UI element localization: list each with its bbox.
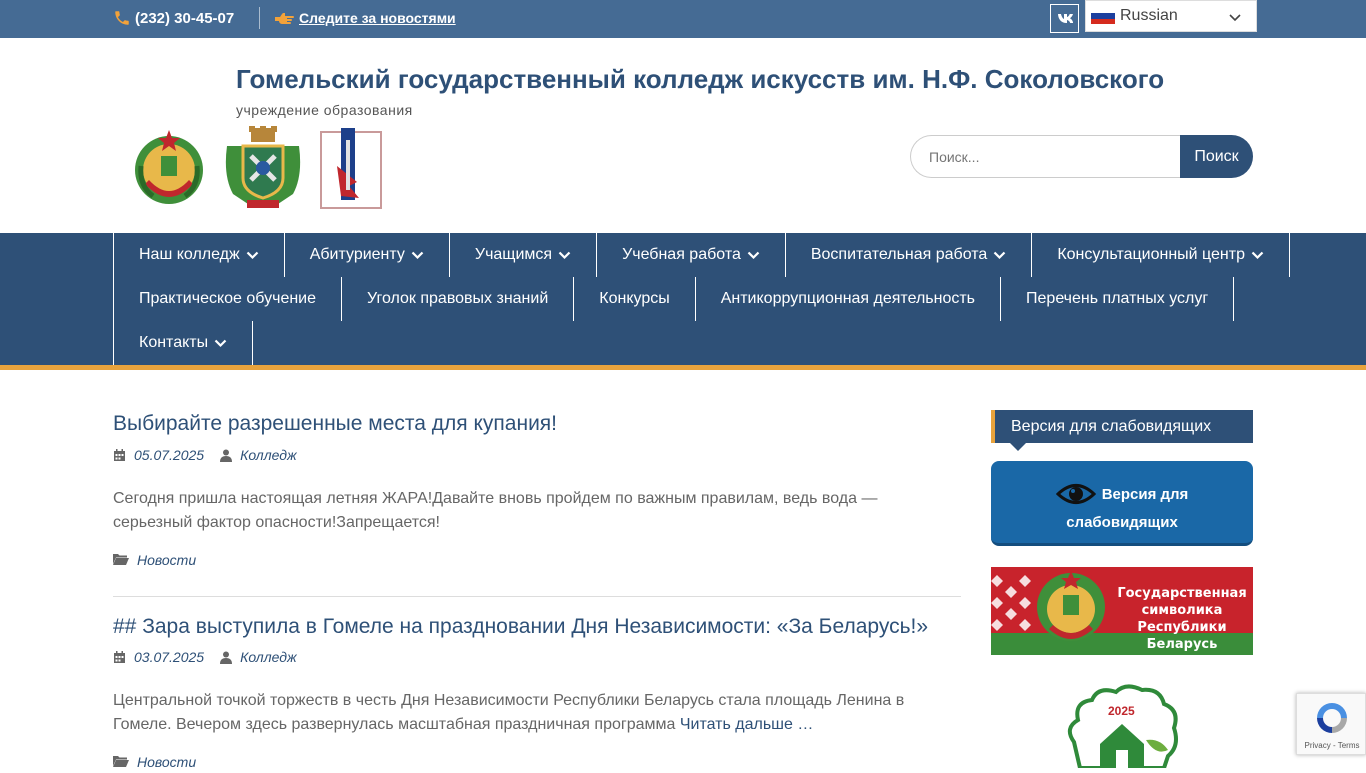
nav-item-legal-corner[interactable]: Уголок правовых знаний [341, 277, 573, 321]
recaptcha-badge[interactable]: Privacy - Terms [1296, 693, 1366, 755]
year-2025-label: 2025 [1108, 704, 1135, 718]
post-excerpt: Центральной точкой торжеств в честь Дня … [113, 689, 961, 737]
language-label: Russian [1120, 7, 1178, 24]
chevron-down-icon [747, 251, 760, 259]
post-author[interactable]: Колледж [240, 649, 297, 665]
chevron-down-icon [1229, 14, 1241, 22]
banner-text: Государственная символика Республики Бел… [1117, 586, 1247, 652]
chevron-down-icon [558, 251, 571, 259]
post-category-link[interactable]: Новости [137, 552, 196, 568]
nav-item-educational-work[interactable]: Воспитательная работа [784, 233, 1031, 277]
post-article: Выбирайте разрешенные места для купания! [113, 412, 961, 436]
post-excerpt: Сегодня пришла настоящая летняя ЖАРА!Дав… [113, 490, 878, 531]
nav-item-label: Антикоррупционная деятельность [720, 290, 976, 307]
vi-button-line1: Версия для [991, 481, 1253, 507]
nav-item-label: Практическое обучение [139, 290, 317, 307]
nav-item-consulting-center[interactable]: Консультационный центр [1031, 233, 1290, 277]
nav-item-label: Наш колледж [139, 246, 240, 263]
folder-icon [113, 554, 129, 565]
eye-icon [1055, 484, 1096, 504]
news-link[interactable]: Следите за новостями [274, 8, 456, 28]
post-title[interactable]: ## Зара выступила в Гомеле на празднован… [113, 615, 961, 639]
belarus-emblem-icon[interactable] [127, 126, 211, 210]
nav-item-paid-services[interactable]: Перечень платных услуг [1000, 277, 1235, 321]
widget-title-arrow [1010, 443, 1026, 451]
nav-row-1: Наш колледж Абитуриенту Учащимся Учебная… [113, 233, 1290, 277]
gomel-coat-of-arms-icon[interactable] [221, 126, 305, 210]
user-icon [220, 449, 233, 462]
year-2025-logo[interactable]: 2025 [1060, 680, 1184, 770]
site-subtitle: учреждение образования [236, 102, 413, 118]
vi-button-line2: слабовидящих [1066, 514, 1178, 531]
nav-item-academic-work[interactable]: Учебная работа [596, 233, 785, 277]
post-excerpt-wrap: Центральной точкой торжеств в честь Дня … [113, 689, 961, 737]
nav-item-label: Перечень платных услуг [1026, 290, 1209, 307]
news-link-label: Следите за новостями [299, 10, 456, 26]
header-logos [127, 126, 383, 210]
language-select[interactable]: Russian [1085, 0, 1257, 32]
phone-link[interactable]: (232) 30-45-07 [113, 8, 234, 28]
vi-button-line1-label: Версия для [1101, 485, 1189, 503]
user-icon [220, 651, 233, 664]
phone-icon [115, 11, 129, 25]
nav-item-label: Конкурсы [599, 290, 670, 307]
vk-icon[interactable] [1050, 4, 1079, 33]
read-more-link[interactable]: Читать дальше … [680, 716, 814, 733]
chevron-down-icon [246, 251, 258, 259]
nav-item-anticorruption[interactable]: Антикоррупционная деятельность [694, 277, 1000, 321]
post-meta: 03.07.2025 Колледж [113, 649, 297, 665]
search-button[interactable]: Поиск [1180, 135, 1253, 178]
post-article: ## Зара выступила в Гомеле на празднован… [113, 615, 961, 639]
nav-item-label: Учебная работа [622, 246, 741, 263]
post-author[interactable]: Колледж [240, 447, 297, 463]
nav-item-label: Абитуриенту [309, 246, 405, 263]
recaptcha-icon [1317, 703, 1347, 733]
pointing-hand-icon [275, 13, 294, 24]
post-date[interactable]: 03.07.2025 [134, 649, 204, 665]
post-divider [113, 596, 961, 597]
nav-item-students[interactable]: Учащимся [448, 233, 596, 277]
nav-row-2: Практическое обучение Уголок правовых зн… [113, 277, 1235, 321]
college-logo-icon[interactable] [319, 126, 383, 210]
nav-item-label: Учащимся [474, 246, 553, 263]
post-category: Новости [113, 552, 196, 568]
nav-row-3: Контакты [113, 321, 254, 365]
topbar-divider [259, 7, 260, 29]
visually-impaired-version-button[interactable]: Версия для слабовидящих [991, 461, 1253, 546]
widget-title: Версия для слабовидящих [991, 410, 1253, 443]
post-date[interactable]: 05.07.2025 [134, 447, 204, 463]
chevron-down-icon [994, 251, 1006, 259]
folder-icon [113, 756, 129, 767]
nav-item-label: Уголок правовых знаний [367, 290, 549, 307]
state-symbols-banner[interactable]: Государственная символика Республики Бел… [991, 567, 1253, 655]
phone-number: (232) 30-45-07 [135, 9, 235, 27]
nav-item-label: Контакты [139, 334, 209, 351]
post-excerpt-wrap: Сегодня пришла настоящая летняя ЖАРА!Дав… [113, 487, 961, 535]
nav-item-applicants[interactable]: Абитуриенту [283, 233, 449, 277]
site-title[interactable]: Гомельский государственный колледж искус… [236, 64, 1164, 95]
russia-flag-icon [1091, 8, 1115, 24]
calendar-icon [114, 650, 125, 663]
chevron-down-icon [1251, 251, 1264, 259]
nav-accent-line [0, 365, 1366, 370]
top-bar: (232) 30-45-07 Следите за новостями Russ… [0, 0, 1366, 38]
calendar-icon [114, 448, 125, 461]
post-meta: 05.07.2025 Колледж [113, 447, 297, 463]
chevron-down-icon [411, 251, 424, 259]
nav-item-contacts[interactable]: Контакты [113, 321, 254, 365]
nav-item-label: Консультационный центр [1057, 246, 1245, 263]
post-title[interactable]: Выбирайте разрешенные места для купания! [113, 412, 961, 436]
nav-item-label: Воспитательная работа [810, 246, 988, 263]
search-form: Поиск [910, 135, 1253, 178]
main-navigation: Наш колледж Абитуриенту Учащимся Учебная… [0, 233, 1366, 365]
nav-item-our-college[interactable]: Наш колледж [113, 233, 284, 277]
search-input[interactable] [910, 135, 1180, 178]
nav-item-competitions[interactable]: Конкурсы [573, 277, 694, 321]
recaptcha-terms[interactable]: Privacy - Terms [1297, 741, 1366, 750]
chevron-down-icon [214, 339, 227, 347]
nav-item-practical-training[interactable]: Практическое обучение [113, 277, 341, 321]
